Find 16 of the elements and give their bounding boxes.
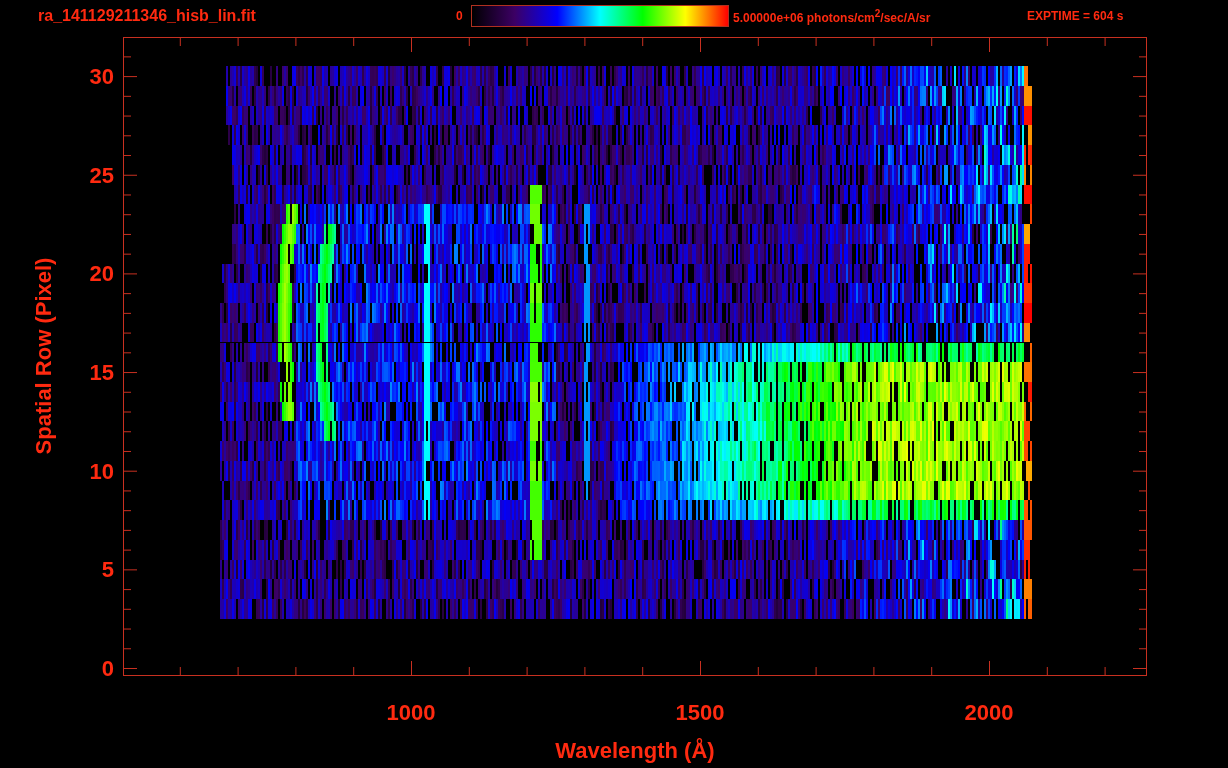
file-title: ra_141129211346_hisb_lin.fit <box>38 7 257 25</box>
x-axis-label: Wavelength (Å) <box>555 738 715 763</box>
x-tick-label: 1000 <box>386 700 436 725</box>
y-tick-label: 20 <box>89 261 114 287</box>
y-tick-label: 0 <box>101 656 114 681</box>
colorbar-min-label: 0 <box>456 9 464 23</box>
colorbar-max-label: 5.00000e+06 photons/cm$^{2}$/sec/A/sr <box>733 7 932 25</box>
y-axis-label: Spatial Row (Pixel) <box>31 257 56 455</box>
y-tick-label: 25 <box>89 162 114 188</box>
y-tick-label: 5 <box>101 557 114 583</box>
exposure-time: EXPTIME = 604 s <box>1027 9 1124 23</box>
y-tick-label: 10 <box>89 458 114 484</box>
x-tick-label: 2000 <box>964 700 1014 725</box>
y-tick-label: 30 <box>89 64 114 90</box>
x-tick-label: 1500 <box>675 700 725 725</box>
y-tick-label: 15 <box>89 360 114 386</box>
